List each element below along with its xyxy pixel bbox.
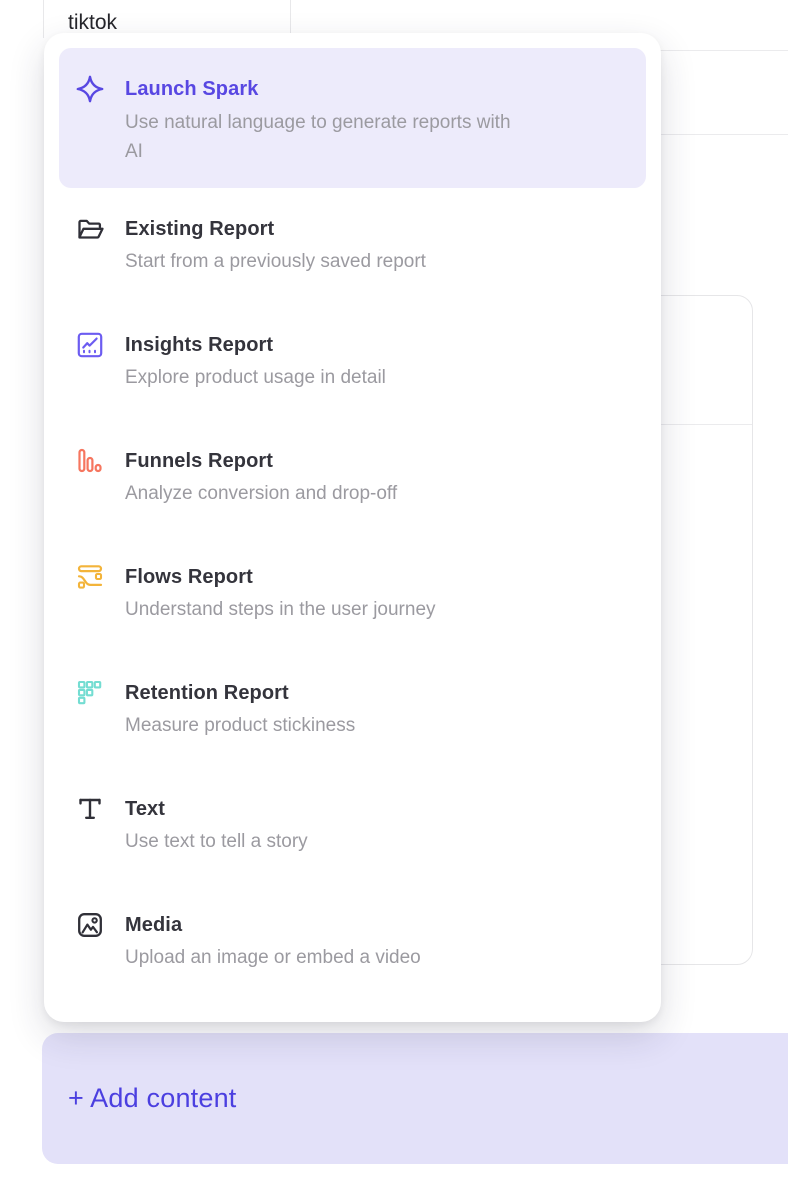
menu-item-title: Retention Report [125,680,355,706]
menu-item-description: Use natural language to generate reports… [125,108,511,166]
menu-item-description: Start from a previously saved report [125,248,426,275]
menu-item-flows-report[interactable]: Flows Report Understand steps in the use… [59,536,646,652]
menu-item-retention-report[interactable]: Retention Report Measure product stickin… [59,652,646,768]
menu-item-launch-spark[interactable]: Launch Spark Use natural language to gen… [59,48,646,188]
menu-item-title: Insights Report [125,332,386,358]
add-content-menu: Launch Spark Use natural language to gen… [44,33,661,1022]
menu-item-title: Existing Report [125,216,426,242]
retention-grid-icon [75,678,105,708]
menu-item-existing-report[interactable]: Existing Report Start from a previously … [59,188,646,304]
menu-item-title: Launch Spark [125,76,511,102]
menu-item-insights-report[interactable]: Insights Report Explore product usage in… [59,304,646,420]
spark-icon [75,74,105,104]
menu-item-media[interactable]: Media Upload an image or embed a video [59,884,646,1000]
menu-item-description: Use text to tell a story [125,828,308,855]
text-icon [75,794,105,824]
menu-item-description: Upload an image or embed a video [125,944,421,971]
add-content-button[interactable]: + Add content [42,1033,788,1164]
add-content-label: + Add content [68,1083,237,1114]
menu-item-funnels-report[interactable]: Funnels Report Analyze conversion and dr… [59,420,646,536]
menu-item-title: Funnels Report [125,448,397,474]
funnel-bars-icon [75,446,105,476]
menu-item-text[interactable]: Text Use text to tell a story [59,768,646,884]
line-chart-icon [75,330,105,360]
menu-item-description: Understand steps in the user journey [125,596,436,623]
flow-icon [75,562,105,592]
menu-item-description: Analyze conversion and drop-off [125,480,397,507]
menu-item-description: Measure product stickiness [125,712,355,739]
media-icon [75,910,105,940]
background-table-border [43,0,44,38]
menu-item-title: Media [125,912,421,938]
menu-item-description: Explore product usage in detail [125,364,386,391]
menu-item-title: Flows Report [125,564,436,590]
open-folder-icon [75,214,105,244]
menu-item-title: Text [125,796,308,822]
